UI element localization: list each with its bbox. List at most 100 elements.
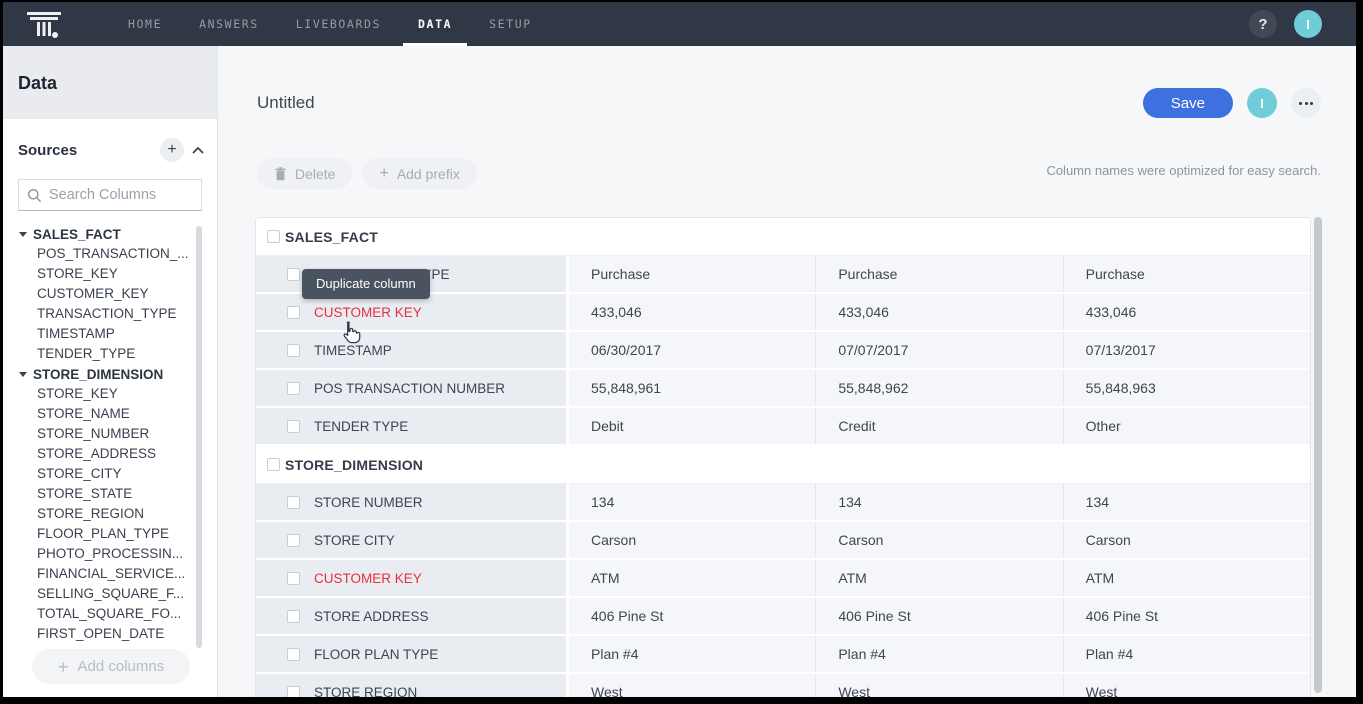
- column-name-cell[interactable]: POS TRANSACTION NUMBER: [256, 370, 566, 406]
- row-checkbox[interactable]: [287, 610, 300, 623]
- sample-value-cell: ATM: [1063, 560, 1310, 596]
- source-column-item[interactable]: PHOTO_PROCESSIN...: [18, 544, 217, 564]
- sample-value-cell: ATM: [815, 560, 1062, 596]
- column-name-cell[interactable]: CUSTOMER KEY: [256, 560, 566, 596]
- table-row: FLOOR PLAN TYPEPlan #4Plan #4Plan #4: [256, 636, 1310, 674]
- add-columns-button[interactable]: + Add columns: [32, 649, 190, 684]
- search-icon: [27, 188, 42, 203]
- source-column-item[interactable]: STORE_KEY: [18, 384, 217, 404]
- sample-value-cell: 134: [815, 484, 1062, 520]
- section-checkbox[interactable]: [267, 458, 280, 471]
- sidebar-header: Data: [3, 46, 217, 119]
- row-checkbox[interactable]: [287, 534, 300, 547]
- row-checkbox[interactable]: [287, 344, 300, 357]
- source-column-item[interactable]: STORE_NUMBER: [18, 424, 217, 444]
- save-button[interactable]: Save: [1143, 88, 1233, 118]
- table-row: TENDER TYPEDebitCreditOther: [256, 408, 1310, 446]
- source-group-sales_fact[interactable]: SALES_FACT: [18, 224, 217, 244]
- source-group-store_dimension[interactable]: STORE_DIMENSION: [18, 364, 217, 384]
- sample-value-cell: West: [815, 674, 1062, 697]
- add-prefix-label: Add prefix: [397, 166, 460, 182]
- row-checkbox[interactable]: [287, 268, 300, 281]
- plus-icon: +: [379, 165, 388, 183]
- row-checkbox[interactable]: [287, 420, 300, 433]
- content-scrollbar[interactable]: [1314, 217, 1322, 693]
- sources-tree: SALES_FACTPOS_TRANSACTION_...STORE_KEYCU…: [3, 224, 217, 644]
- top-nav: HOMEANSWERSLIVEBOARDSDATASETUP ? I: [3, 2, 1356, 46]
- row-checkbox[interactable]: [287, 496, 300, 509]
- nav-item-data[interactable]: DATA: [403, 2, 467, 46]
- source-column-item[interactable]: CUSTOMER_KEY: [18, 284, 217, 304]
- source-column-item[interactable]: SELLING_SQUARE_F...: [18, 584, 217, 604]
- sample-value-cell: 406 Pine St: [815, 598, 1062, 634]
- source-column-item[interactable]: TENDER_TYPE: [18, 344, 217, 364]
- column-name-label: FLOOR PLAN TYPE: [314, 647, 438, 662]
- row-checkbox[interactable]: [287, 382, 300, 395]
- column-name-cell[interactable]: STORE NUMBER: [256, 484, 566, 520]
- nav-item-setup[interactable]: SETUP: [474, 2, 547, 46]
- more-options-button[interactable]: [1291, 88, 1321, 118]
- column-name-label: STORE REGION: [314, 685, 417, 698]
- sample-value-cell: 134: [566, 484, 815, 520]
- chevron-down-icon: [19, 232, 27, 237]
- column-name-label: STORE ADDRESS: [314, 609, 429, 624]
- owner-avatar[interactable]: I: [1247, 88, 1277, 118]
- column-name-cell[interactable]: TENDER TYPE: [256, 408, 566, 444]
- nav-item-answers[interactable]: ANSWERS: [184, 2, 274, 46]
- main-content: Untitled Save I Delete + Add prefix Co: [218, 46, 1356, 697]
- table-row: TIMESTAMP06/30/201707/07/201707/13/2017: [256, 332, 1310, 370]
- column-name-label: STORE NUMBER: [314, 495, 423, 510]
- column-name-cell[interactable]: FLOOR PLAN TYPE: [256, 636, 566, 672]
- sample-value-cell: Debit: [566, 408, 815, 444]
- source-column-item[interactable]: FINANCIAL_SERVICE...: [18, 564, 217, 584]
- add-source-button[interactable]: +: [160, 138, 184, 162]
- plus-icon: +: [58, 658, 69, 676]
- source-column-item[interactable]: FIRST_OPEN_DATE: [18, 624, 217, 644]
- row-checkbox[interactable]: [287, 686, 300, 698]
- table-row: STORE ADDRESS406 Pine St406 Pine St406 P…: [256, 598, 1310, 636]
- source-column-item[interactable]: TRANSACTION_TYPE: [18, 304, 217, 324]
- sources-label: Sources: [18, 142, 77, 159]
- page-title[interactable]: Untitled: [257, 93, 315, 113]
- sample-value-cell: Purchase: [566, 256, 815, 292]
- column-name-label: TENDER TYPE: [314, 419, 408, 434]
- nav-item-liveboards[interactable]: LIVEBOARDS: [281, 2, 396, 46]
- source-column-item[interactable]: STORE_NAME: [18, 404, 217, 424]
- chevron-up-icon[interactable]: [192, 144, 204, 156]
- add-prefix-button[interactable]: + Add prefix: [362, 158, 476, 189]
- column-name-cell[interactable]: STORE ADDRESS: [256, 598, 566, 634]
- nav-item-home[interactable]: HOME: [113, 2, 177, 46]
- source-column-item[interactable]: STORE_REGION: [18, 504, 217, 524]
- source-column-item[interactable]: POS_TRANSACTION_...: [18, 244, 217, 264]
- source-column-item[interactable]: STORE_CITY: [18, 464, 217, 484]
- sample-value-cell: 433,046: [815, 294, 1062, 330]
- source-column-item[interactable]: FLOOR_PLAN_TYPE: [18, 524, 217, 544]
- column-name-cell[interactable]: TIMESTAMP: [256, 332, 566, 368]
- section-checkbox[interactable]: [267, 230, 280, 243]
- table-row: STORE REGIONWestWestWest: [256, 674, 1310, 697]
- source-column-item[interactable]: TIMESTAMP: [18, 324, 217, 344]
- user-avatar[interactable]: I: [1294, 10, 1322, 38]
- sample-value-cell: ATM: [566, 560, 815, 596]
- source-column-item[interactable]: STORE_STATE: [18, 484, 217, 504]
- sample-value-cell: 07/13/2017: [1063, 332, 1310, 368]
- source-column-item[interactable]: STORE_KEY: [18, 264, 217, 284]
- sample-value-cell: Other: [1063, 408, 1310, 444]
- source-column-item[interactable]: TOTAL_SQUARE_FO...: [18, 604, 217, 624]
- row-checkbox[interactable]: [287, 648, 300, 661]
- help-button[interactable]: ?: [1249, 10, 1277, 38]
- thoughtspot-logo-icon[interactable]: [25, 8, 65, 40]
- source-column-item[interactable]: STORE_ADDRESS: [18, 444, 217, 464]
- search-columns-input[interactable]: [49, 187, 193, 203]
- main-nav: HOMEANSWERSLIVEBOARDSDATASETUP: [113, 2, 554, 46]
- row-checkbox[interactable]: [287, 306, 300, 319]
- delete-button[interactable]: Delete: [257, 158, 352, 189]
- row-checkbox[interactable]: [287, 572, 300, 585]
- tooltip-duplicate-column: Duplicate column: [302, 269, 430, 299]
- column-name-cell[interactable]: CUSTOMER KEY: [256, 294, 566, 330]
- sidebar-scrollbar[interactable]: [196, 226, 202, 648]
- column-name-cell[interactable]: STORE REGION: [256, 674, 566, 697]
- column-name-label: CUSTOMER KEY: [314, 571, 422, 586]
- sample-value-cell: 433,046: [1063, 294, 1310, 330]
- column-name-cell[interactable]: STORE CITY: [256, 522, 566, 558]
